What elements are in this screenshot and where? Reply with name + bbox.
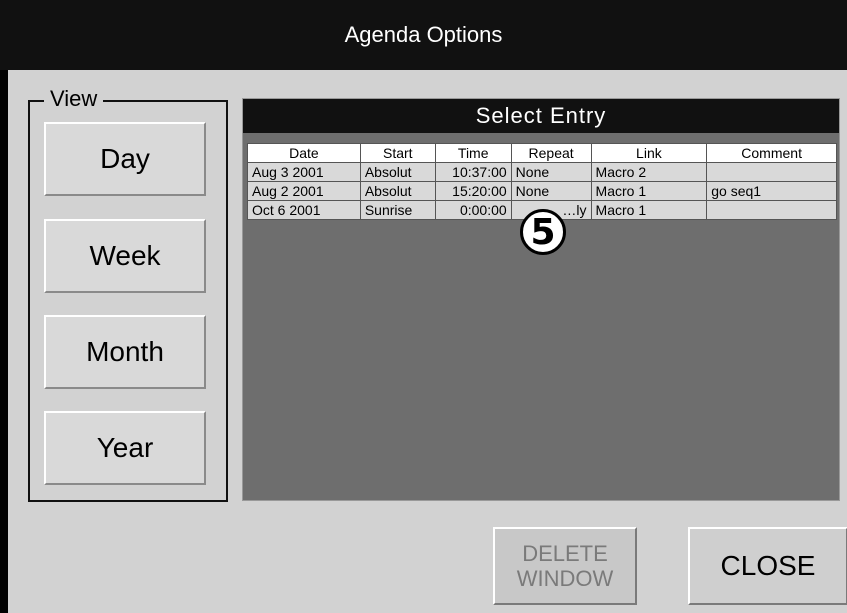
column-header-repeat[interactable]: Repeat	[510, 143, 592, 163]
cell-time: 0:00:00	[434, 200, 512, 220]
cell-date: Oct 6 2001	[247, 200, 361, 220]
app-frame: Agenda Options View Day Week Month Year …	[0, 0, 847, 613]
column-header-comment[interactable]: Comment	[706, 143, 837, 163]
table-row[interactable]: Aug 2 2001 Absolut 15:20:00 None Macro 1…	[247, 181, 837, 201]
week-button[interactable]: Week	[44, 219, 206, 293]
column-header-time[interactable]: Time	[434, 143, 512, 163]
close-button[interactable]: CLOSE	[688, 527, 847, 605]
year-button[interactable]: Year	[44, 411, 206, 485]
cell-time: 10:37:00	[434, 162, 512, 182]
cell-link: Macro 1	[590, 181, 708, 201]
cell-comment: go seq1	[706, 181, 837, 201]
column-header-start[interactable]: Start	[359, 143, 436, 163]
month-button[interactable]: Month	[44, 315, 206, 389]
table-header-row: Date Start Time Repeat Link Comment	[247, 143, 837, 163]
column-header-date[interactable]: Date	[247, 143, 361, 163]
cell-time: 15:20:00	[434, 181, 512, 201]
table-row[interactable]: Aug 3 2001 Absolut 10:37:00 None Macro 2	[247, 162, 837, 182]
cell-date: Aug 2 2001	[247, 181, 361, 201]
cell-start: Absolut	[359, 181, 436, 201]
cell-start: Sunrise	[359, 200, 436, 220]
cell-link: Macro 1	[590, 200, 708, 220]
view-group: View Day Week Month Year	[28, 86, 228, 502]
day-button[interactable]: Day	[44, 122, 206, 196]
callout-number-badge: 5	[520, 209, 566, 255]
cell-comment	[706, 162, 837, 182]
entry-panel-title: Select Entry	[243, 99, 839, 133]
cell-date: Aug 3 2001	[247, 162, 361, 182]
cell-start: Absolut	[359, 162, 436, 182]
delete-label-line2: WINDOW	[516, 566, 614, 591]
view-legend: View	[44, 86, 104, 112]
cell-link: Macro 2	[590, 162, 708, 182]
column-header-link[interactable]: Link	[590, 143, 708, 163]
window-body: View Day Week Month Year Select Entry Da…	[8, 70, 847, 613]
cell-repeat: None	[510, 181, 592, 201]
cell-repeat: None	[510, 162, 592, 182]
window-title: Agenda Options	[0, 0, 847, 70]
delete-label-line1: DELETE	[522, 541, 608, 566]
delete-window-button[interactable]: DELETE WINDOW	[493, 527, 637, 605]
entry-panel: Select Entry Date Start Time Repeat Link…	[242, 98, 840, 501]
delete-window-label: DELETE WINDOW	[517, 541, 614, 591]
cell-comment	[706, 200, 837, 220]
